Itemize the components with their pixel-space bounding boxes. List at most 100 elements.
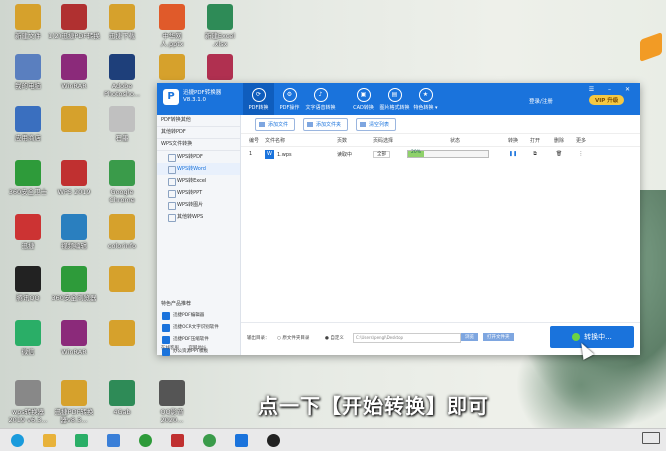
tab-label: 图片格式转换 (379, 105, 410, 111)
desktop-icon[interactable]: 360安全浏览器 (48, 266, 100, 302)
vip-upgrade-button[interactable]: VIP 升级 (589, 95, 625, 105)
desktop-icon[interactable] (146, 54, 198, 82)
desktop-icon[interactable] (96, 266, 148, 294)
delete-icon[interactable]: 🗑 (547, 151, 571, 157)
desktop-icon-image (61, 4, 87, 30)
taskbar-store-icon[interactable] (68, 430, 94, 450)
desktop-icon-image (15, 160, 41, 186)
desktop-icon[interactable] (194, 54, 246, 82)
tab-label: 特色转换 ▾ (413, 105, 438, 111)
sidebar-item-2[interactable]: WPS转Excel (157, 175, 240, 187)
desktop-icon-label: WinRAR (61, 82, 87, 90)
sidebar-section-other-to-pdf[interactable]: 其他转PDF (157, 127, 240, 139)
desktop-icon[interactable]: 新建文件 (2, 4, 54, 40)
tab-4[interactable]: ▤ 图片格式转换 (379, 83, 410, 115)
sidebar-section-pdf-to-other[interactable]: PDF转换其他 (157, 115, 240, 127)
open-icon[interactable]: ⧉ (523, 151, 547, 157)
keyboard-icon[interactable] (642, 432, 660, 444)
desktop-icon-image (109, 160, 135, 186)
desktop-icon[interactable]: WinRAR (48, 320, 100, 356)
desktop-icon-image (61, 320, 87, 346)
desktop-icon[interactable]: wps转换器 2019 v6.3... (2, 380, 54, 424)
tab-0[interactable]: ⟳ PDF转换 (243, 83, 274, 115)
desktop-icon[interactable]: 腾讯QQ (2, 266, 54, 302)
desktop-icon-image (109, 214, 135, 240)
desktop-icon[interactable]: 视频编辑 (48, 214, 100, 250)
desktop-icon[interactable] (96, 320, 148, 348)
taskbar-pdf-icon[interactable] (228, 430, 254, 450)
row-pagesel[interactable]: 全部 (373, 151, 407, 158)
taskbar-chrome-icon[interactable] (196, 430, 222, 450)
desktop-icon[interactable]: 4Gab (96, 380, 148, 416)
col-open: 打开 (529, 137, 540, 144)
desktop-icon-image (207, 54, 233, 80)
sidebar-section-wps[interactable]: WPS文件转换 (157, 139, 240, 151)
clear-list-button[interactable]: 清空列表 (356, 117, 397, 131)
sidebar-item-3[interactable]: WPS转PPT (157, 187, 240, 199)
sidebar-item-5[interactable]: 其他转WPS (157, 211, 240, 223)
online-service-link[interactable]: 在线客服 (161, 346, 179, 351)
tab-1[interactable]: ⚙ PDF操作 (274, 83, 305, 115)
desktop-icon[interactable]: 应用商店 (2, 106, 54, 142)
desktop-icon-image (15, 266, 41, 292)
taskbar-360-icon[interactable] (132, 430, 158, 450)
website-link[interactable]: 官网地址 (188, 346, 206, 351)
desktop-icon[interactable]: QQ影音 2020... (146, 380, 198, 424)
more-icon[interactable]: ⋮ (571, 151, 591, 157)
desktop-icon[interactable]: Adobe Photosho... (96, 54, 148, 98)
tab-5[interactable]: ★ 特色转换 ▾ (410, 83, 441, 115)
desktop-icon[interactable]: 中华网 人.pptx (146, 4, 198, 48)
add-folder-button[interactable]: 添加文件夹 (303, 117, 349, 131)
recommend-title: 特色产品推荐 (161, 301, 192, 307)
row-filename: W 1.wps (265, 149, 337, 159)
page-select[interactable]: 全部 (373, 151, 390, 158)
tab-label: 文字语音转换 (305, 105, 336, 111)
taskbar-windows-icon[interactable] (4, 430, 30, 450)
desktop-icon[interactable]: 石墨 (96, 106, 148, 142)
desktop-icon[interactable]: 360安全卫士 (2, 160, 54, 196)
browse-button[interactable]: 浏览 (461, 333, 478, 341)
tab-2[interactable]: ♪ 文字语音转换 (305, 83, 336, 115)
window-controls[interactable]: ☰ – ✕ (589, 86, 636, 93)
desktop-icon-label: WPS 2019 (57, 188, 91, 196)
desktop-icon[interactable]: WinRAR (48, 54, 100, 90)
desktop-icon[interactable]: 新建Excel .xlsx (194, 4, 246, 48)
open-folder-button[interactable]: 打开文件夹 (483, 333, 514, 341)
desktop-icon[interactable]: 我的电脑 (2, 54, 54, 90)
desktop-icon-image (109, 380, 135, 406)
taskbar-icon-glyph (266, 433, 280, 447)
add-file-button[interactable]: 添加文件 (255, 117, 296, 131)
desktop-icon[interactable]: 迅捷下载 (96, 4, 148, 40)
table-row[interactable]: 1 W 1.wps 读取中 全部 20% ❚❚ ⧉ 🗑 ⋮ (241, 147, 640, 161)
sidebar-item-0[interactable]: WPS转PDF (157, 151, 240, 163)
output-path-input[interactable]: C:\Users\pengl\Desktop (353, 333, 461, 343)
desktop-icon[interactable]: Google Chrome (96, 160, 148, 204)
option-custom-folder[interactable]: ● 自定义 (325, 335, 344, 341)
option-original-folder[interactable]: ○ 原文件夹目录 (277, 335, 309, 341)
taskbar-baidu-icon[interactable] (100, 430, 126, 450)
desktop-icon[interactable]: 迅捷 (2, 214, 54, 250)
sidebar-item-1[interactable]: WPS转Word (157, 163, 240, 175)
col-status: 状态 (449, 137, 460, 144)
login-link[interactable]: 登录/注册 (529, 97, 553, 105)
app-logo-icon: P (163, 89, 179, 105)
desktop-icon[interactable]: 1(2)迅捷PDF转换 (48, 4, 100, 40)
taskbar-explorer-icon[interactable] (36, 430, 62, 450)
recommend-item[interactable]: 迅捷PDF编辑器 (157, 310, 240, 322)
desktop-icon[interactable]: WPS 2019 (48, 160, 100, 196)
app-title: 迅捷PDF转换器 (183, 90, 222, 96)
tab-3[interactable]: ▣ CAD转换 (348, 83, 379, 115)
desktop-icon[interactable]: 微信 (2, 320, 54, 356)
sidebar-item-4[interactable]: WPS转图片 (157, 199, 240, 211)
desktop-icon[interactable]: colorinfo (96, 214, 148, 250)
desktop-icon-label: 迅捷PDF转换 器v8.3... (54, 408, 94, 424)
taskbar-record-icon[interactable] (260, 430, 286, 450)
convert-button[interactable]: 转换中... (550, 326, 634, 348)
taskbar-wps-icon[interactable] (164, 430, 190, 450)
converting-indicator-icon (572, 333, 581, 341)
desktop-icon-label: Google Chrome (109, 188, 135, 204)
recommend-item[interactable]: 迅捷OCR文字识别软件 (157, 322, 240, 334)
pause-icon[interactable]: ❚❚ (503, 151, 523, 157)
desktop-icon[interactable] (48, 106, 100, 134)
desktop-icon[interactable]: 迅捷PDF转换 器v8.3... (48, 380, 100, 424)
